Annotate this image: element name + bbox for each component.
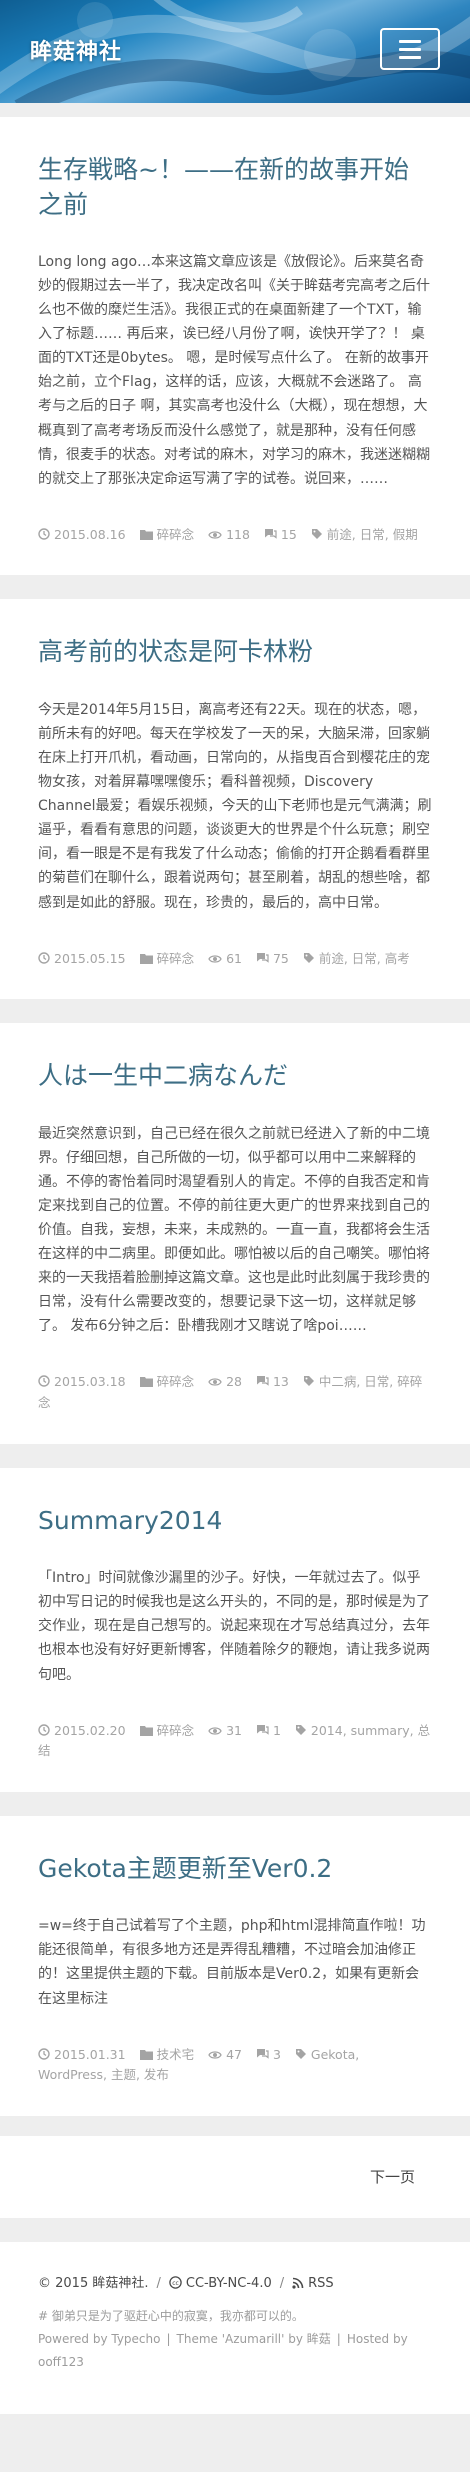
post-card: 人は一生中二病なんだ 最近突然意识到，自己已经在很久之前就已经进入了新的中二境界…	[0, 1023, 470, 1444]
post-date: 2015.02.20	[38, 1723, 126, 1738]
post-views: 31	[208, 1723, 242, 1738]
rss-link[interactable]: RSS	[292, 2276, 334, 2291]
hamburger-icon	[399, 55, 421, 59]
post-title-link[interactable]: Gekota主题更新至Ver0.2	[38, 1852, 432, 1887]
comments-icon	[256, 1376, 269, 1387]
clock-icon	[38, 1723, 50, 1736]
rss-icon	[292, 2277, 304, 2289]
post-date: 2015.03.18	[38, 1374, 126, 1389]
post-meta: 2015.02.20 碎碎念 31 1 2014, summary, 总结	[38, 1721, 432, 1762]
next-page-link[interactable]: 下一页	[370, 2166, 415, 2187]
post-card: 高考前的状态是阿卡林粉 今天是2014年5月15日，离高考还有22天。现在的状态…	[0, 599, 470, 1000]
post-meta: 2015.05.15 碎碎念 61 75 前途, 日常, 高考	[38, 949, 432, 970]
post-category-link[interactable]: 碎碎念	[139, 1374, 194, 1389]
post-tags[interactable]: 前途, 日常, 假期	[311, 527, 418, 542]
post-views: 47	[208, 2047, 242, 2062]
post-title-link[interactable]: Summary2014	[38, 1504, 432, 1539]
post-card: 生存戦略~！——在新的故事开始之前 Long long ago…本来这篇文章应该…	[0, 117, 470, 576]
post-meta: 2015.08.16 碎碎念 118 15 前途, 日常, 假期	[38, 525, 432, 546]
post-title-link[interactable]: 人は一生中二病なんだ	[38, 1059, 432, 1094]
post-excerpt: =w=终于自己试着写了个主题，php和html混排简直作啦！功能还很简单，有很多…	[38, 1918, 426, 2007]
footer-separator: /	[279, 2275, 285, 2291]
creative-commons-icon: cc	[169, 2276, 182, 2289]
menu-toggle-button[interactable]	[380, 28, 440, 70]
post-comments-link[interactable]: 3	[256, 2047, 281, 2062]
post-category-link[interactable]: 碎碎念	[139, 527, 194, 542]
post-date: 2015.05.15	[38, 951, 126, 966]
footer-motto: # 御弟只是为了驱赶心中的寂寞，我亦都可以的。	[38, 2309, 304, 2324]
eye-icon	[208, 531, 222, 539]
eye-icon	[208, 2050, 222, 2059]
eye-icon	[208, 954, 222, 963]
hamburger-icon	[399, 47, 421, 51]
tag-icon	[303, 952, 314, 963]
post-category-link[interactable]: 技术宅	[139, 2047, 194, 2062]
pagination: 下一页	[0, 2135, 470, 2218]
header-divider	[0, 103, 470, 117]
tag-icon	[295, 2048, 306, 2059]
powered-by-link[interactable]: Powered by Typecho	[38, 2332, 160, 2346]
comments-icon	[256, 952, 269, 963]
folder-icon	[139, 1725, 153, 1736]
theme-credit[interactable]: Theme 'Azumarill' by 眸菇	[177, 2332, 331, 2346]
comments-icon	[264, 528, 277, 539]
post-excerpt: 「Intro」时间就像沙漏里的沙子。好快，一年就过去了。似乎初中写日记的时候我也…	[38, 1570, 430, 1683]
clock-icon	[38, 528, 50, 540]
post-meta: 2015.03.18 碎碎念 28 13 中二病, 日常, 碎碎念	[38, 1372, 432, 1413]
post-date: 2015.01.31	[38, 2047, 126, 2062]
post-views: 28	[208, 1374, 242, 1389]
footer-separator: |	[166, 2332, 171, 2347]
post-comments-link[interactable]: 15	[264, 527, 297, 542]
clock-icon	[38, 1375, 50, 1388]
post-meta: 2015.01.31 技术宅 47 3 Gekota, WordPress, 主…	[38, 2045, 432, 2086]
folder-icon	[139, 529, 153, 540]
footer-separator: /	[156, 2275, 161, 2291]
folder-icon	[139, 1377, 153, 1388]
comments-icon	[256, 1724, 269, 1735]
eye-icon	[208, 1378, 222, 1387]
post-card: Gekota主题更新至Ver0.2 =w=终于自己试着写了个主题，php和htm…	[0, 1815, 470, 2116]
post-comments-link[interactable]: 75	[256, 951, 289, 966]
tag-icon	[311, 528, 322, 539]
eye-icon	[208, 1726, 222, 1735]
post-category-link[interactable]: 碎碎念	[139, 951, 194, 966]
folder-icon	[139, 953, 153, 964]
post-category-link[interactable]: 碎碎念	[139, 1723, 194, 1738]
post-card: Summary2014 「Intro」时间就像沙漏里的沙子。好快，一年就过去了。…	[0, 1467, 470, 1792]
clock-icon	[38, 2047, 50, 2060]
post-title-link[interactable]: 生存戦略~！——在新的故事开始之前	[38, 153, 432, 222]
post-excerpt: Long long ago…本来这篇文章应该是《放假论》。后来莫名奇妙的假期过去…	[38, 254, 430, 487]
site-logo-link[interactable]: 眸菇神社	[30, 34, 122, 66]
site-footer: © 2015 眸菇神社. / cc CC-BY-NC-4.0 / RSS # 御弟只是为了…	[0, 2241, 470, 2414]
post-date: 2015.08.16	[38, 527, 126, 542]
post-title-link[interactable]: 高考前的状态是阿卡林粉	[38, 635, 432, 670]
post-comments-link[interactable]: 13	[256, 1374, 289, 1389]
tag-icon	[295, 1724, 306, 1735]
site-header: 眸菇神社	[0, 0, 470, 103]
comments-icon	[256, 2048, 269, 2059]
footer-credits: Powered by Typecho | Theme 'Azumarill' by …	[38, 2328, 432, 2374]
footer-links: © 2015 眸菇神社. / cc CC-BY-NC-4.0 / RSS	[38, 2272, 432, 2295]
clock-icon	[38, 951, 50, 964]
license-link[interactable]: cc CC-BY-NC-4.0	[169, 2276, 272, 2291]
copyright-text: © 2015 眸菇神社.	[38, 2275, 149, 2291]
folder-icon	[139, 2049, 153, 2060]
hamburger-icon	[399, 39, 421, 43]
tag-icon	[303, 1376, 314, 1387]
post-views: 61	[208, 951, 242, 966]
footer-separator: |	[336, 2332, 341, 2347]
svg-text:cc: cc	[172, 2280, 179, 2287]
post-excerpt: 今天是2014年5月15日，离高考还有22天。现在的状态，嗯，前所未有的好吧。每…	[38, 701, 432, 911]
post-list: 生存戦略~！——在新的故事开始之前 Long long ago…本来这篇文章应该…	[0, 117, 470, 2116]
post-excerpt: 最近突然意识到，自己已经在很久之前就已经进入了新的中二境界。仔细回想，自己所做的…	[38, 1125, 430, 1335]
post-views: 118	[208, 527, 250, 542]
post-tags[interactable]: 前途, 日常, 高考	[303, 951, 410, 966]
post-comments-link[interactable]: 1	[256, 1723, 281, 1738]
